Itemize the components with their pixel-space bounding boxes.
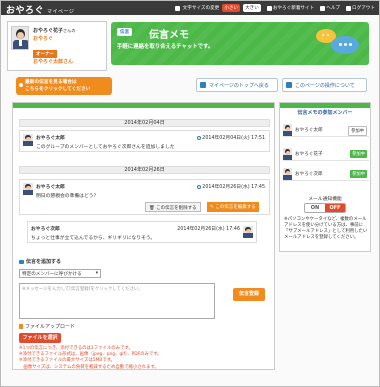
avatar [23,183,33,195]
member-row: おやろぐ次郎 参加中 [283,167,369,181]
app-window: おやろぐ マイページ 文字サイズの変更 小さい 大きい おやろぐ新着サイト ヘルプ… [0,0,380,387]
toggle-on[interactable]: ON [305,204,325,212]
chevron-down-icon: ▾ [95,271,98,276]
member-row: おやろぐ太郎 参加中 [283,123,369,137]
message-item: おやろぐ太郎 2014年02月26日(水) 17:45 明日の懇親会の準備はどう… [19,179,270,215]
member-status: 参加中 [350,170,367,178]
message-item: おやろぐ太郎 2014年02月04日(火) 17:51 このグループのメンバーと… [19,130,270,152]
message-author: おやろぐ太郎 [36,185,65,190]
latest-line1: 最新の伝言を見る場合は [25,80,77,85]
header-bar: おやろぐ マイページ 文字サイズの変更 小さい 大きい おやろぐ新着サイト ヘルプ… [1,1,379,16]
avatar [283,168,292,180]
clock-icon [197,135,202,140]
message-panel: 2014年02月04日 おやろぐ太郎 2014年02月04日(火) 17:51 … [12,102,275,370]
date-divider: 2014年02月04日 [19,119,270,127]
message-time: 2014年02月26日(水) 17:45 [197,183,265,190]
question-icon [286,82,292,88]
avatar [23,134,33,146]
page-ops-label: このページの操作について [295,83,355,89]
upload-note: 画像サイズは、システムの負荷を軽減するため自動で縮小されます。 [19,364,159,370]
clock-icon [197,184,202,189]
member-name: おやろぐ花子 [295,152,323,157]
members-title: 伝言メモの参加メンバー [297,110,353,116]
message-body: ちょっと仕事が立て込んでるから、ギリギリになりそう。 [31,236,156,241]
nav-logout-link[interactable]: ログアウト [346,5,375,11]
message-author: おやろぐ次郎 [31,227,60,232]
message-textarea[interactable]: ※メッセージを入力して[伝言登録]をクリックしてください。 [19,283,215,319]
message-time: 2014年02月26日(水) 17:46 [177,227,240,232]
mypage-top-label: マイページのトップへ戻る [209,83,269,89]
logo-subtitle: マイページ [47,9,75,15]
font-size-icon [174,5,180,11]
member-status: 参加中 [348,126,367,136]
profile-name: おやろぐ花子さんの [33,27,76,34]
member-row: おやろぐ花子 参加中 [283,147,369,161]
members-panel: 伝言メモの参加メンバー おやろぐ太郎 参加中 おやろぐ花子 参加中 おやろぐ次郎… [279,102,371,252]
edit-message-button[interactable]: ✎ この伝言を編集する [207,202,259,212]
recipient-select[interactable]: 特定のメンバーに呼びかける ▾ [19,269,101,278]
banner-subtitle: 手軽に連絡を取り合えるチャットです。 [117,44,214,50]
profile-group[interactable]: おやろぐ [33,35,53,42]
delete-message-button[interactable]: 🗑 この伝言を削除する [145,202,201,212]
font-large-button[interactable]: 大きい [243,4,261,12]
memo-banner: 伝言 伝言メモ 手軽に連絡を取り合えるチャットです。 [111,22,369,65]
nav-help-link[interactable]: ヘルプ [320,5,340,11]
avatar [283,148,292,160]
recipient-value: 特定のメンバーに呼びかける [22,272,82,277]
member-name: おやろぐ太郎 [295,128,323,133]
notify-toggle[interactable]: ON OFF [304,203,346,213]
upload-notes: ※1つの伝言につき、添付できるのは1ファイルのみです。 ※添付できるファイル形式… [19,346,273,371]
home-icon [266,5,272,11]
page-ops-button[interactable]: このページの操作について [282,78,367,92]
profile-card: おやろぐ花子さんの おやろぐ オーナー おやろぐ太郎さん [7,21,107,71]
message-time: 2014年02月04日(火) 17:51 [197,134,265,141]
nav-logout-label: ログアウト [352,6,375,11]
site-logo[interactable]: おやろぐ マイページ [6,3,74,16]
help-icon [320,5,326,11]
arrow-icon [200,82,206,88]
latest-line2: こちらをクリックしてください [25,87,91,92]
reply-item: おやろぐ次郎 2014年02月26日(水) 17:46 ちょっと仕事が立て込んで… [27,221,257,243]
profile-group-secondary[interactable]: おやろぐ太郎さん [33,58,73,65]
member-name: おやろぐ次郎 [295,172,323,177]
date-divider: 2014年02月26日 [19,166,270,174]
delete-label: この伝言を削除する [156,206,197,211]
chat-bubble-icon-2 [331,36,359,54]
latest-messages-button[interactable]: 最新の伝言を見る場合は こちらをクリックしてください [16,77,112,95]
nav-help-label: ヘルプ [326,6,341,11]
banner-tag: 伝言 [117,28,133,36]
message-time-text: 2014年02月04日(火) 17:51 [202,136,265,141]
message-body: このグループのメンバーとしておやろぐ次郎さんを追加しました [36,145,175,150]
avatar [283,124,292,136]
message-author: おやろぐ太郎 [36,136,65,141]
member-status: 参加中 [350,150,367,158]
logout-icon [346,5,352,11]
profile-name-suffix: さんの [63,28,76,33]
edit-label: この伝言を編集する [215,205,256,210]
choose-file-button[interactable]: ファイルを選択 [19,333,61,343]
avatar [243,226,253,238]
nav-info-link[interactable]: おやろぐ新着サイト [266,5,315,11]
toggle-off[interactable]: OFF [325,204,345,212]
members-note: ※パソコンやケータイなど、複数のメールアドレスを使い分けている方は、事前に「サブ… [284,217,368,240]
header-nav: 文字サイズの変更 小さい 大きい おやろぐ新着サイト ヘルプ ログアウト [174,4,375,12]
font-small-button[interactable]: 小さい [222,4,241,12]
send-button[interactable]: 伝言登録 [233,288,265,301]
nav-info-label: おやろぐ新着サイト [272,6,315,11]
profile-name-text: おやろぐ花子 [33,28,64,34]
file-upload-title: ファイルアップロード [19,323,75,330]
message-time-text: 2014年02月26日(水) 17:45 [202,185,265,190]
notify-title: メール通知機能 [308,197,342,202]
role-badge: オーナー [33,50,57,58]
font-size-label: 文字サイズの変更 [182,6,220,11]
message-body: 明日の懇親会の準備はどう？ [36,194,99,199]
banner-title: 伝言メモ [149,30,189,41]
mypage-top-button[interactable]: マイページのトップへ戻る [196,78,278,92]
compose-title: 伝言を追加する [19,258,61,265]
avatar [11,26,29,50]
logo-text: おやろぐ [6,6,45,16]
